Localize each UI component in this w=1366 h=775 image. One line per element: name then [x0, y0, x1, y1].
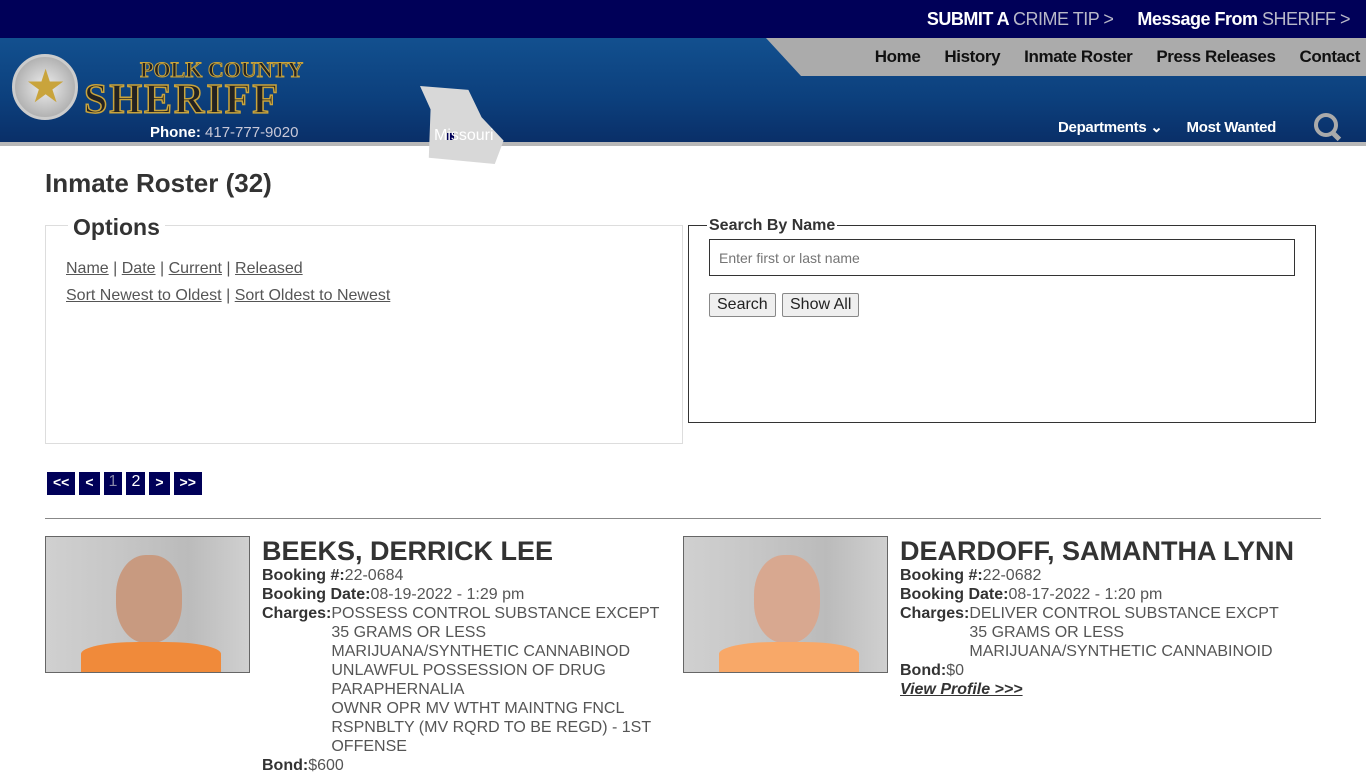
message-from-sheriff-link[interactable]: Message From SHERIFF > — [1137, 9, 1350, 30]
view-profile-link[interactable]: View Profile >>> — [900, 681, 1023, 698]
booking-number: 22-0682 — [982, 567, 1042, 584]
name-search-input[interactable] — [709, 239, 1295, 276]
inmate-name[interactable]: DEARDOFF, SAMANTHA LYNN — [900, 536, 1294, 566]
show-all-button[interactable]: Show All — [782, 293, 860, 317]
charges-list: DELIVER CONTROL SUBSTANCE EXCPT 35 GRAMS… — [969, 605, 1279, 660]
main-nav: Home History Inmate Roster Press Release… — [766, 38, 1366, 76]
booking-number: 22-0684 — [344, 567, 404, 584]
search-icon[interactable] — [1314, 113, 1342, 141]
filter-released-link[interactable]: Released — [235, 260, 303, 277]
mugshot[interactable] — [683, 536, 888, 673]
secondary-nav: Departments ⌄ Most Wanted — [1058, 113, 1342, 141]
next-page-button[interactable]: > — [149, 472, 170, 495]
prev-page-button[interactable]: < — [79, 472, 100, 495]
nav-inmate-roster[interactable]: Inmate Roster — [1024, 47, 1133, 67]
search-legend: Search By Name — [707, 217, 838, 235]
booking-date: 08-17-2022 - 1:20 pm — [1008, 586, 1163, 603]
booking-date: 08-19-2022 - 1:29 pm — [370, 586, 525, 603]
bond: $0 — [946, 662, 964, 679]
page-1-button[interactable]: 1 — [103, 472, 123, 495]
sort-name-link[interactable]: Name — [66, 260, 109, 277]
last-page-button[interactable]: >> — [173, 472, 202, 495]
inmate-name[interactable]: BEEKS, DERRICK LEE — [262, 536, 662, 566]
nav-press-releases[interactable]: Press Releases — [1156, 47, 1276, 67]
filter-current-link[interactable]: Current — [169, 260, 222, 277]
sort-date-link[interactable]: Date — [122, 260, 156, 277]
divider — [45, 518, 1321, 519]
page-title: Inmate Roster (32) — [45, 168, 272, 198]
nav-history[interactable]: History — [944, 47, 1000, 67]
page-2-button[interactable]: 2 — [126, 472, 146, 495]
sort-newest-link[interactable]: Sort Newest to Oldest — [66, 287, 222, 304]
sort-oldest-link[interactable]: Sort Oldest to Newest — [235, 287, 391, 304]
mugshot[interactable] — [45, 536, 250, 673]
bond: $600 — [308, 757, 344, 774]
search-panel: Search By Name Search Show All — [688, 217, 1316, 423]
nav-most-wanted[interactable]: Most Wanted — [1187, 119, 1277, 136]
charges-list: POSSESS CONTROL SUBSTANCE EXCEPT 35 GRAM… — [331, 605, 660, 755]
search-button[interactable]: Search — [709, 293, 776, 317]
nav-departments[interactable]: Departments ⌄ — [1058, 118, 1163, 136]
options-panel: Options Name | Date | Current | Released… — [45, 214, 683, 444]
top-bar: SUBMIT A CRIME TIP > Message From SHERIF… — [0, 0, 1366, 38]
first-page-button[interactable]: << — [47, 472, 76, 495]
submit-crime-tip-link[interactable]: SUBMIT A CRIME TIP > — [927, 9, 1114, 30]
options-legend: Options — [68, 214, 165, 241]
phone: Phone: 417-777-9020 — [150, 124, 299, 141]
nav-home[interactable]: Home — [875, 47, 921, 67]
pagination: << < 1 2 > >> — [47, 472, 202, 495]
sheriff-badge-icon — [12, 54, 78, 120]
missouri-map-icon — [420, 86, 504, 164]
state-label: Missouri — [434, 127, 494, 144]
nav-contact[interactable]: Contact — [1300, 47, 1361, 67]
